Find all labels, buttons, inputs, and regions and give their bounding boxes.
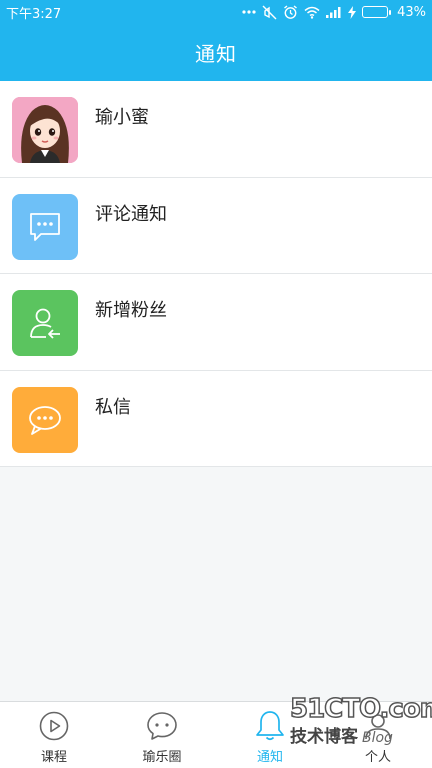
page-title: 通知 — [195, 42, 237, 66]
nav-label: 瑜乐圈 — [142, 750, 182, 765]
nav-tab-courses[interactable]: 课程 — [0, 702, 108, 768]
signal-icon — [326, 4, 342, 20]
status-time: 下午3:27 — [6, 6, 62, 22]
nav-tab-yule-circle[interactable]: 瑜乐圈 — [108, 702, 216, 768]
list-item-label: 私信 — [95, 396, 131, 418]
app-header: 通知 — [0, 24, 432, 81]
private-message-icon — [12, 386, 78, 453]
new-follower-icon — [12, 290, 78, 356]
battery-percent: 43% — [397, 4, 426, 20]
nav-tab-profile[interactable]: 个人 — [324, 702, 432, 768]
list-item-comment-notifications[interactable]: 评论通知 — [0, 178, 432, 274]
more-dots-icon — [242, 4, 256, 20]
bottom-nav: 课程 瑜乐圈 通知 个人 — [0, 701, 432, 768]
list-item-private-messages[interactable]: 私信 — [0, 371, 432, 467]
battery-icon — [362, 6, 392, 18]
play-icon — [38, 710, 70, 742]
wifi-icon — [304, 4, 320, 20]
mute-icon — [262, 4, 277, 20]
list-item-new-followers[interactable]: 新增粉丝 — [0, 274, 432, 371]
nav-label: 课程 — [40, 750, 67, 765]
list-item-label: 新增粉丝 — [95, 300, 167, 321]
list-item-label: 评论通知 — [95, 203, 167, 225]
status-bar: 下午3:27 43% — [0, 0, 432, 24]
notification-list: 瑜小蜜 评论通知 新增粉丝 私信 — [0, 81, 432, 467]
user-avatar — [12, 97, 78, 163]
bell-icon — [254, 710, 286, 742]
alarm-icon — [283, 4, 298, 20]
list-item-yuxiaomi[interactable]: 瑜小蜜 — [0, 81, 432, 178]
comment-icon — [12, 193, 78, 260]
charging-icon — [348, 4, 357, 20]
nav-tab-notifications[interactable]: 通知 — [216, 702, 324, 768]
nav-label: 通知 — [256, 750, 283, 765]
nav-label: 个人 — [364, 750, 391, 765]
list-item-label: 瑜小蜜 — [95, 107, 149, 128]
status-icons: 43% — [242, 4, 426, 20]
chat-bubble-icon — [146, 710, 178, 742]
person-icon — [362, 710, 394, 742]
